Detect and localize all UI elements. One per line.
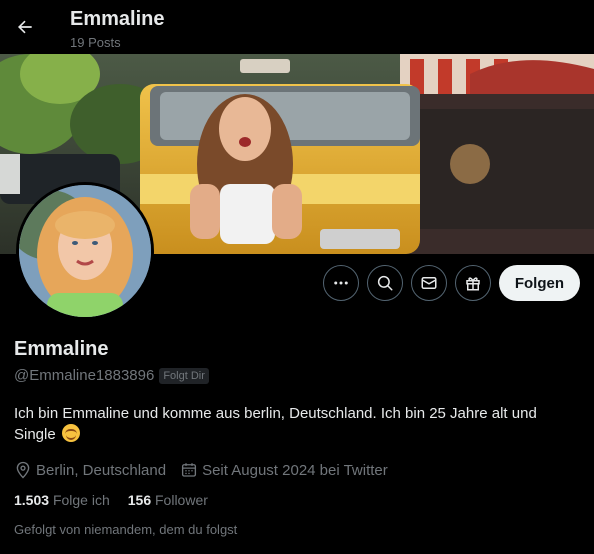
top-bar: Emmaline 19 Posts [0, 0, 594, 54]
followers-label: Follower [155, 492, 208, 508]
display-name: Emmaline [14, 338, 109, 360]
gift-button[interactable] [454, 265, 491, 301]
join-date: Seit August 2024 bei Twitter [180, 461, 388, 479]
followers-link[interactable]: 156 Follower [128, 492, 208, 508]
envelope-icon [421, 277, 437, 289]
location-text: Berlin, Deutschland [36, 461, 167, 479]
following-count: 1.503 [14, 492, 50, 508]
location: Berlin, Deutschland [14, 461, 166, 479]
header-post-count: 19 Posts [70, 35, 121, 50]
back-button[interactable] [8, 10, 42, 44]
profile-meta: Berlin, Deutschland Seit August 2024 bei… [14, 461, 580, 479]
location-pin-icon [16, 461, 30, 479]
profile-actions: Folgen [322, 265, 580, 301]
bio: Ich bin Emmaline und komme aus berlin, D… [14, 404, 580, 445]
more-dots-icon [334, 281, 348, 285]
search-profile-button[interactable] [366, 265, 403, 301]
arrow-left-icon [18, 20, 32, 34]
followed-by-text: Gefolgt von niemandem, dem du folgst [14, 522, 238, 537]
avatar[interactable] [16, 182, 154, 320]
profile-info: Emmaline @Emmaline1883896 Folgt Dir Ich … [14, 338, 580, 537]
search-icon [377, 275, 393, 291]
handle-row: @Emmaline1883896 Folgt Dir [14, 367, 580, 384]
more-button[interactable] [322, 265, 359, 301]
followers-count: 156 [127, 492, 152, 508]
bio-text: Ich bin Emmaline und komme aus berlin, D… [14, 405, 537, 443]
follow-stats: 1.503 Folge ich 156 Follower [14, 492, 580, 508]
gift-icon [466, 277, 480, 291]
following-link[interactable]: 1.503 Folge ich [14, 492, 110, 508]
follows-you-badge: Folgt Dir [159, 367, 209, 384]
header-name: Emmaline [70, 8, 165, 30]
username-handle: @Emmaline1883896 [14, 367, 155, 384]
following-label: Folge ich [52, 492, 110, 508]
calendar-icon [182, 463, 197, 477]
message-button[interactable] [410, 265, 447, 301]
join-date-text: Seit August 2024 bei Twitter [202, 461, 388, 479]
smiling-face-emoji-icon [61, 424, 80, 442]
follow-button[interactable]: Folgen [498, 265, 580, 301]
